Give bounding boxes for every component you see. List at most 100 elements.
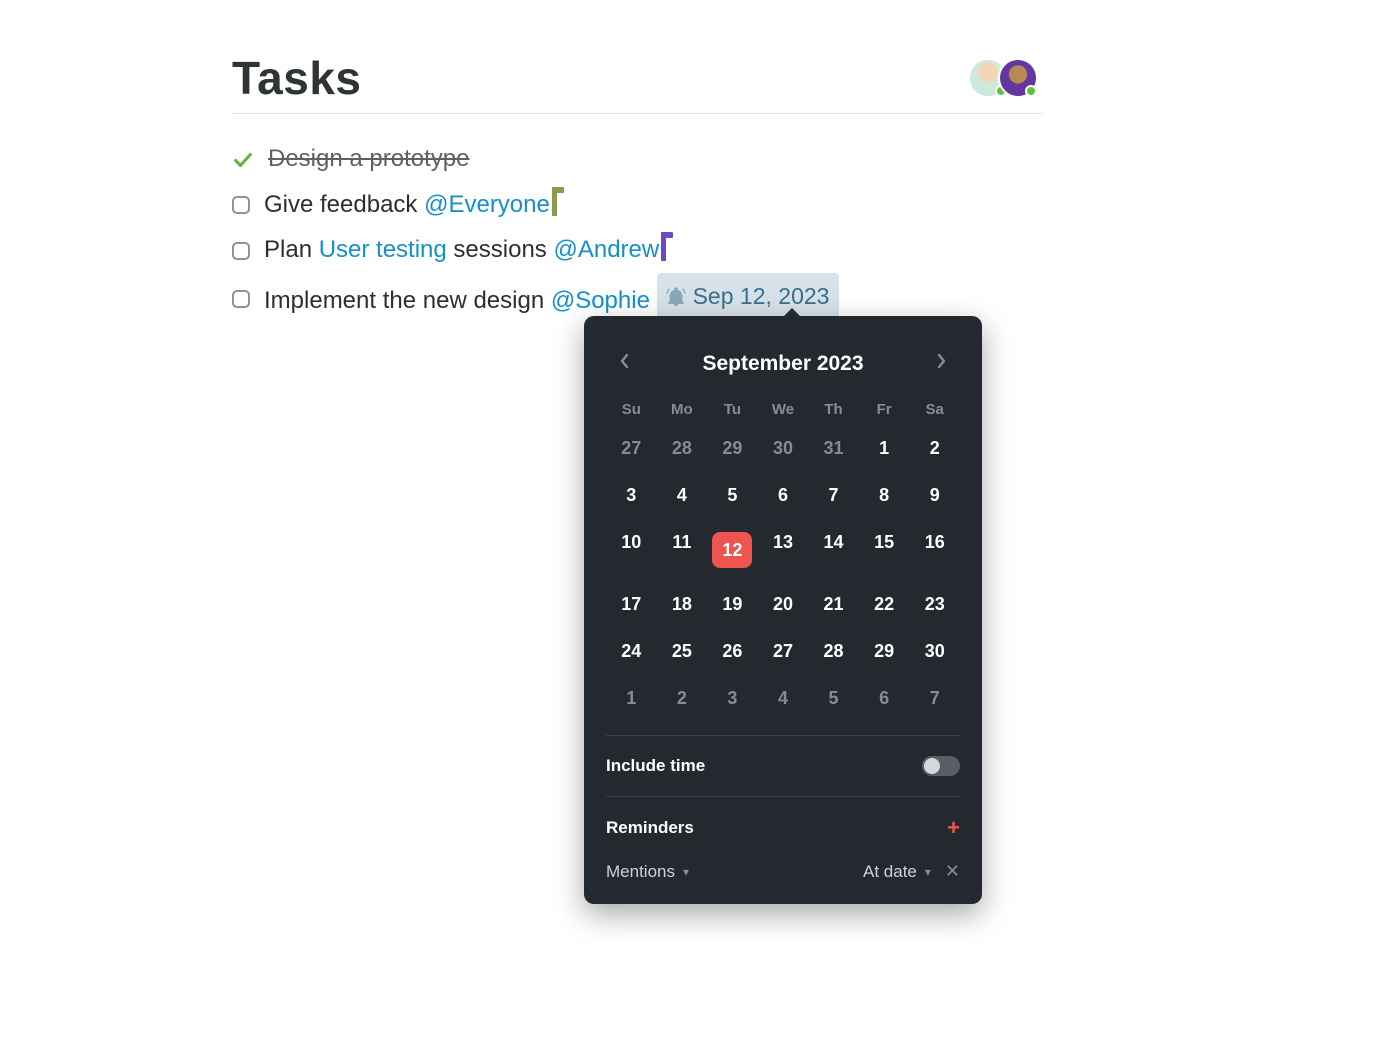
task-text-fragment: Plan <box>264 236 319 263</box>
bell-icon <box>665 286 687 308</box>
checkbox[interactable] <box>232 290 250 308</box>
calendar-weekday: Fr <box>859 401 910 418</box>
calendar-month-label: September 2023 <box>702 352 863 376</box>
calendar-day[interactable]: 18 <box>657 588 708 621</box>
collaborator-cursor <box>661 235 666 261</box>
calendar-weekday: Sa <box>909 401 960 418</box>
calendar-day[interactable]: 6 <box>859 682 910 715</box>
page-link[interactable]: User testing <box>319 236 447 263</box>
task-text: Design a prototype <box>268 136 469 182</box>
calendar-day[interactable]: 28 <box>808 635 859 668</box>
calendar-day[interactable]: 30 <box>758 432 809 465</box>
include-time-toggle[interactable] <box>922 756 960 776</box>
calendar-weekday: Su <box>606 401 657 418</box>
calendar-day[interactable]: 31 <box>808 432 859 465</box>
calendar-day[interactable]: 5 <box>808 682 859 715</box>
calendar-day[interactable]: 1 <box>606 682 657 715</box>
mention[interactable]: @Andrew <box>553 236 659 263</box>
calendar-day[interactable]: 2 <box>657 682 708 715</box>
calendar-day[interactable]: 4 <box>657 479 708 512</box>
calendar-day[interactable]: 5 <box>707 479 758 512</box>
reminder-row: Mentions ▾ At date ▾ ✕ <box>606 861 960 882</box>
calendar-day[interactable]: 9 <box>909 479 960 512</box>
task-row: Design a prototype <box>232 136 1042 182</box>
calendar-day[interactable]: 21 <box>808 588 859 621</box>
calendar-day[interactable]: 27 <box>758 635 809 668</box>
presence-dot <box>1025 85 1037 97</box>
calendar-day[interactable]: 3 <box>707 682 758 715</box>
calendar-day[interactable]: 16 <box>909 526 960 574</box>
calendar-day[interactable]: 12 <box>707 526 758 574</box>
calendar-day[interactable]: 25 <box>657 635 708 668</box>
calendar-weekday: Mo <box>657 401 708 418</box>
chevron-down-icon: ▾ <box>683 865 689 879</box>
calendar-day[interactable]: 29 <box>859 635 910 668</box>
reminder-scope-dropdown[interactable]: Mentions ▾ <box>606 862 689 882</box>
chevron-left-icon <box>620 353 630 369</box>
calendar-day[interactable]: 23 <box>909 588 960 621</box>
calendar-day[interactable]: 7 <box>909 682 960 715</box>
mention[interactable]: @Sophie <box>551 287 650 314</box>
checkbox[interactable] <box>232 242 250 260</box>
calendar-header: September 2023 <box>606 348 960 379</box>
divider <box>232 113 1042 114</box>
calendar-weekday: We <box>758 401 809 418</box>
calendar-day[interactable]: 8 <box>859 479 910 512</box>
task-text-fragment: sessions <box>447 236 554 263</box>
avatar[interactable] <box>998 58 1038 98</box>
check-icon <box>232 149 254 171</box>
calendar-day[interactable]: 7 <box>808 479 859 512</box>
due-date-text: Sep 12, 2023 <box>693 275 830 319</box>
due-date-badge[interactable]: Sep 12, 2023 <box>657 273 840 322</box>
include-time-label: Include time <box>606 756 705 776</box>
calendar-day[interactable]: 20 <box>758 588 809 621</box>
calendar-day[interactable]: 26 <box>707 635 758 668</box>
calendar-grid: SuMoTuWeThFrSa27282930311234567891011121… <box>606 401 960 715</box>
chevron-down-icon: ▾ <box>925 865 931 879</box>
reminders-header: Reminders + <box>606 817 960 839</box>
date-picker-popover: September 2023 SuMoTuWeThFrSa27282930311… <box>584 316 982 904</box>
calendar-day[interactable]: 24 <box>606 635 657 668</box>
next-month-button[interactable] <box>930 348 952 379</box>
calendar-day[interactable]: 15 <box>859 526 910 574</box>
calendar-day[interactable]: 6 <box>758 479 809 512</box>
calendar-day[interactable]: 27 <box>606 432 657 465</box>
calendar-day[interactable]: 22 <box>859 588 910 621</box>
mention[interactable]: @Everyone <box>424 191 550 218</box>
calendar-day[interactable]: 19 <box>707 588 758 621</box>
calendar-day[interactable]: 2 <box>909 432 960 465</box>
calendar-day[interactable]: 30 <box>909 635 960 668</box>
collaborator-avatars <box>968 58 1038 98</box>
calendar-day[interactable]: 1 <box>859 432 910 465</box>
calendar-day[interactable]: 17 <box>606 588 657 621</box>
calendar-day[interactable]: 14 <box>808 526 859 574</box>
task-row: Plan User testing sessions @Andrew <box>232 227 1042 273</box>
task-list: Design a prototype Give feedback @Everyo… <box>232 136 1042 323</box>
checkbox[interactable] <box>232 196 250 214</box>
reminder-when-value: At date <box>863 862 917 882</box>
chevron-right-icon <box>936 353 946 369</box>
calendar-weekday: Tu <box>707 401 758 418</box>
calendar-day[interactable]: 11 <box>657 526 708 574</box>
reminder-when-dropdown[interactable]: At date ▾ <box>863 862 931 882</box>
task-text-fragment: Give feedback <box>264 191 424 218</box>
prev-month-button[interactable] <box>614 348 636 379</box>
task-text-fragment: Implement the new design <box>264 287 551 314</box>
calendar-weekday: Th <box>808 401 859 418</box>
calendar-day[interactable]: 3 <box>606 479 657 512</box>
calendar-day[interactable]: 10 <box>606 526 657 574</box>
task-text[interactable]: Give feedback @Everyone <box>264 182 557 228</box>
calendar-day[interactable]: 4 <box>758 682 809 715</box>
collaborator-cursor <box>552 190 557 216</box>
reminder-scope-value: Mentions <box>606 862 675 882</box>
add-reminder-button[interactable]: + <box>947 817 960 839</box>
calendar-day[interactable]: 13 <box>758 526 809 574</box>
page-title: Tasks <box>232 55 362 101</box>
calendar-day[interactable]: 28 <box>657 432 708 465</box>
remove-reminder-button[interactable]: ✕ <box>945 861 960 882</box>
calendar-day[interactable]: 29 <box>707 432 758 465</box>
task-text[interactable]: Plan User testing sessions @Andrew <box>264 227 666 273</box>
include-time-row: Include time <box>606 756 960 776</box>
reminders-label: Reminders <box>606 818 694 838</box>
task-row: Give feedback @Everyone <box>232 182 1042 228</box>
